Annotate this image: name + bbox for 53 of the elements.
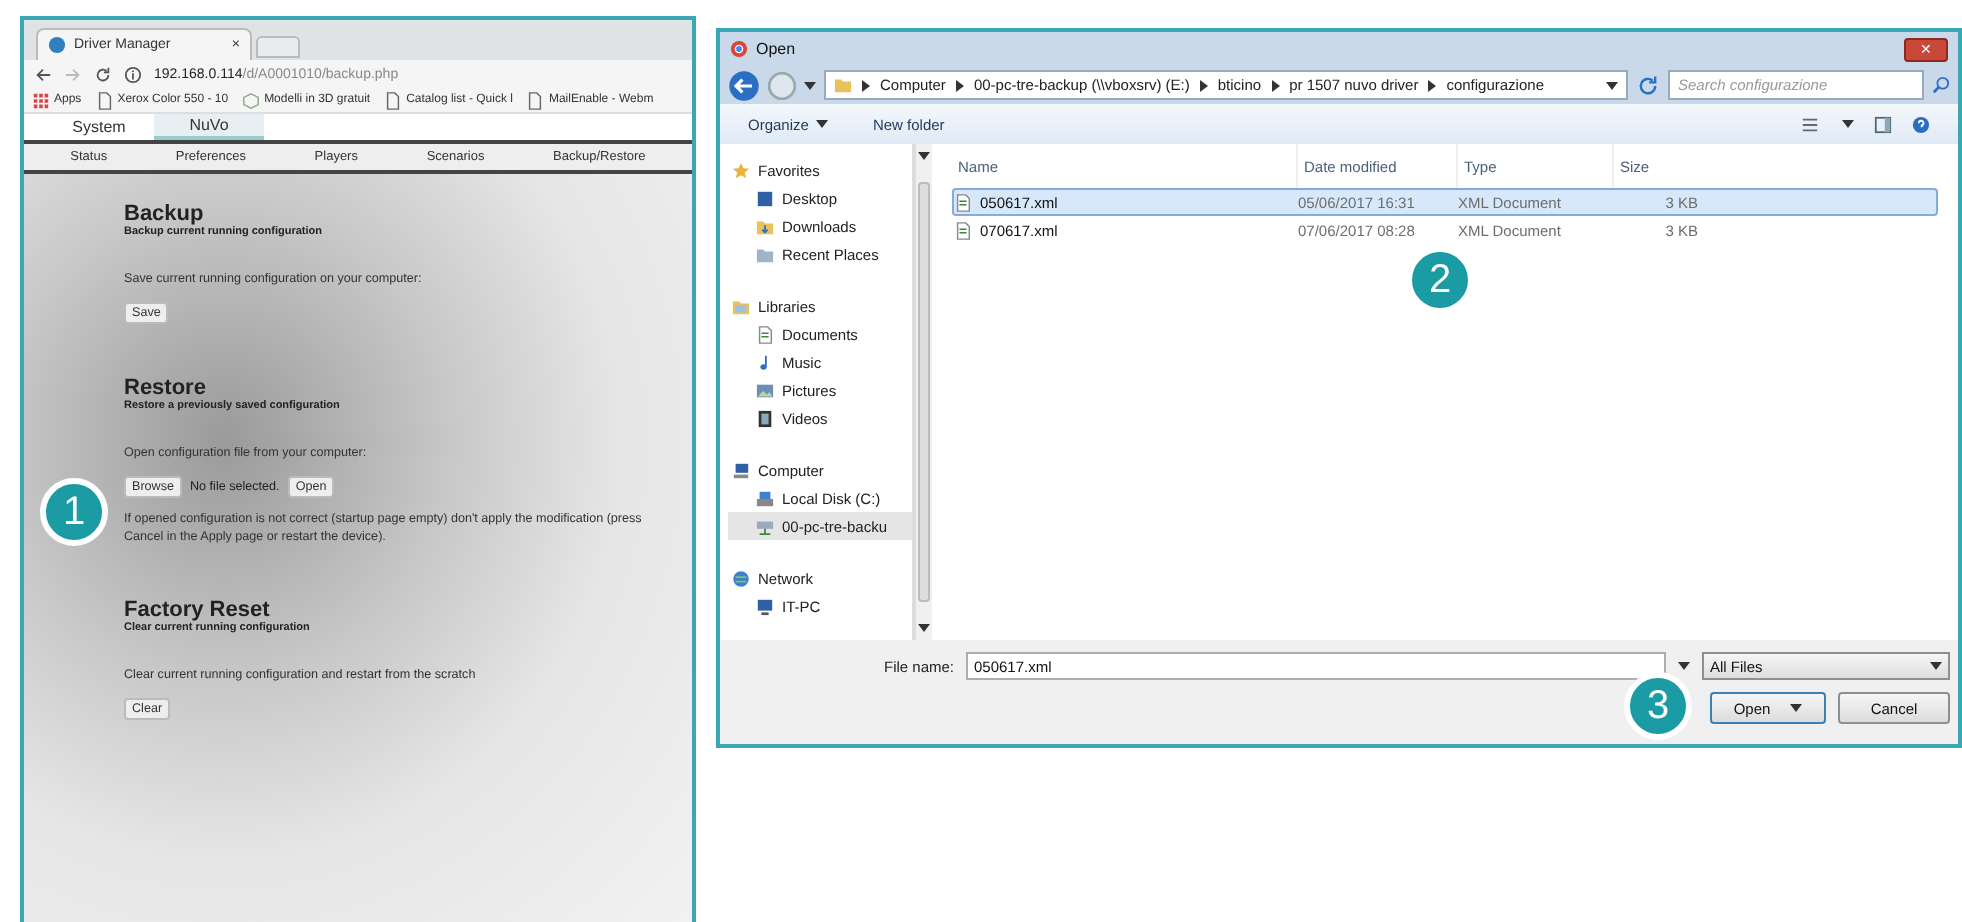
document-icon	[756, 325, 774, 343]
chevron-icon	[1271, 79, 1280, 91]
help-icon	[1912, 115, 1930, 133]
chevron-icon	[955, 79, 964, 91]
caret-icon	[1606, 82, 1618, 90]
view-list-icon	[1798, 115, 1822, 133]
caret-icon	[918, 624, 930, 632]
preview-pane-icon	[1874, 115, 1892, 133]
info-icon	[124, 65, 142, 83]
globe-icon	[732, 569, 750, 587]
app-icon	[730, 40, 748, 58]
computer-icon	[756, 597, 774, 615]
film-icon	[756, 409, 774, 427]
caret-icon	[816, 120, 829, 128]
history-caret-icon	[804, 81, 816, 89]
nav-tab[interactable]: NuVo	[154, 114, 264, 140]
folder-icon	[732, 297, 750, 315]
computer-icon	[732, 461, 750, 479]
new-tab-button[interactable]	[256, 36, 300, 58]
caret-icon	[1790, 704, 1803, 712]
refresh-icon	[1636, 73, 1660, 97]
star-icon	[732, 161, 750, 179]
network-drive-icon	[756, 517, 774, 535]
caret-icon	[1842, 120, 1854, 128]
forward-arrow-icon	[64, 65, 82, 83]
section-title: Restore	[124, 376, 208, 400]
chevron-icon	[1199, 79, 1208, 91]
chevron-icon	[862, 79, 870, 91]
folder-icon	[756, 217, 774, 235]
picture-icon	[756, 381, 774, 399]
folder-icon	[756, 245, 774, 263]
document-icon	[954, 221, 972, 239]
chevron-icon	[1428, 79, 1437, 91]
monitor-icon	[756, 189, 774, 207]
cube-icon	[242, 91, 261, 109]
caret-icon	[1930, 662, 1942, 670]
apps-grid-icon	[32, 91, 50, 109]
reload-icon	[94, 65, 112, 83]
caret-icon	[918, 152, 930, 160]
back-arrow-icon	[34, 65, 52, 83]
scrollbar[interactable]	[914, 144, 932, 640]
dialog-title: Open	[756, 40, 796, 58]
search-icon	[1932, 76, 1950, 94]
drive-icon	[756, 489, 774, 507]
section-title: Factory Reset	[124, 598, 272, 622]
section-title: Backup	[124, 202, 206, 226]
page-icon	[384, 91, 403, 109]
page-icon	[526, 91, 545, 109]
page-icon	[95, 91, 114, 109]
site-icon	[48, 36, 66, 54]
document-icon	[954, 193, 972, 211]
forward-arrow-icon	[768, 71, 796, 99]
folder-icon	[834, 76, 852, 94]
